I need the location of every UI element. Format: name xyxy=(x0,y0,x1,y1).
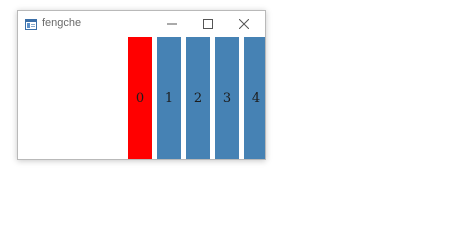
minimize-icon xyxy=(167,19,177,29)
app-window: fengche 0 1 2 3 4 xyxy=(17,10,266,160)
tile-1[interactable]: 1 xyxy=(157,37,181,159)
maximize-icon xyxy=(203,18,213,29)
tile-label: 2 xyxy=(193,90,203,106)
tile-3[interactable]: 3 xyxy=(215,37,239,159)
window-app-icon xyxy=(25,17,37,30)
tile-label: 0 xyxy=(135,90,145,106)
tile-label: 1 xyxy=(164,90,174,106)
tile-4[interactable]: 4 xyxy=(244,37,265,159)
maximize-button[interactable] xyxy=(190,11,226,36)
close-button[interactable] xyxy=(226,11,262,36)
window-client-area: 0 1 2 3 4 xyxy=(18,36,265,159)
close-icon xyxy=(239,18,249,29)
tile-0[interactable]: 0 xyxy=(128,37,152,159)
window-title: fengche xyxy=(42,17,82,29)
title-bar[interactable]: fengche xyxy=(18,11,265,36)
tile-2[interactable]: 2 xyxy=(186,37,210,159)
tile-label: 3 xyxy=(222,90,232,106)
minimize-button[interactable] xyxy=(154,11,190,36)
tile-label: 4 xyxy=(251,90,261,106)
